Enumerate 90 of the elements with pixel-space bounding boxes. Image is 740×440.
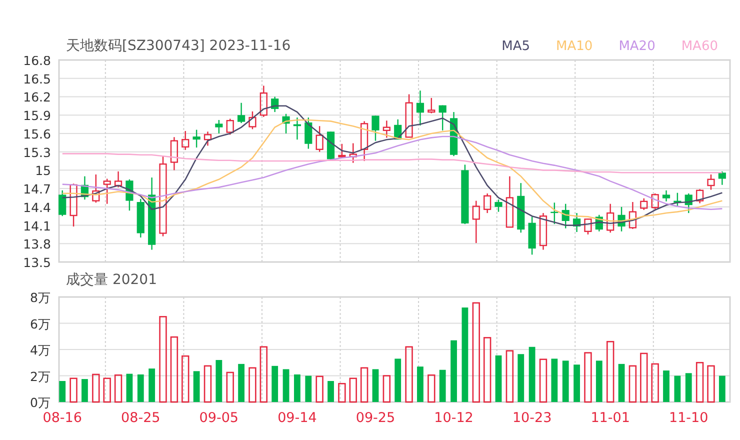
- candlestick: [338, 144, 346, 158]
- candlestick: [405, 94, 413, 138]
- y-axis-label: 16.8: [23, 56, 51, 68]
- candlestick: [349, 143, 357, 163]
- y-axis-label: 13.5: [23, 255, 51, 268]
- candlestick: [126, 179, 134, 211]
- candlestick: [651, 193, 659, 210]
- x-axis-label: 08-16: [42, 410, 82, 426]
- y-axis-label: 14.7: [23, 182, 51, 197]
- candlestick: [640, 198, 648, 210]
- candlestick: [58, 190, 66, 216]
- legend-item: MA60: [681, 38, 718, 54]
- candlestick: [226, 118, 234, 135]
- candlestick: [595, 214, 603, 232]
- candlestick: [494, 200, 502, 212]
- candlestick: [70, 184, 78, 226]
- y-axis-label: 15.3: [23, 144, 51, 160]
- candlestick: [416, 90, 424, 126]
- candlestick: [260, 86, 268, 117]
- candlestick: [539, 213, 548, 250]
- chart-title: 成交量 20201: [66, 271, 157, 289]
- candlestick: [92, 174, 100, 203]
- candlestick: [215, 120, 223, 134]
- candlestick: [360, 121, 368, 161]
- candlestick: [696, 189, 704, 204]
- y-axis-label: 13.8: [23, 236, 51, 252]
- candlestick: [114, 171, 122, 188]
- candlestick: [428, 98, 436, 114]
- x-axis-label: 11-10: [669, 410, 708, 426]
- x-axis-label: 10-12: [434, 410, 474, 426]
- candlestick: [238, 102, 246, 124]
- x-axis-label: 09-14: [278, 410, 317, 426]
- candlestick: [316, 126, 324, 152]
- candlestick: [170, 137, 178, 170]
- candlestick: [271, 96, 279, 112]
- x-axis-label: 09-25: [356, 410, 396, 426]
- y-axis-label: 4万: [30, 342, 51, 358]
- candlestick: [517, 183, 525, 233]
- candlestick: [573, 213, 581, 232]
- candlestick: [192, 130, 200, 148]
- candlestick: [326, 132, 335, 160]
- legend-item: MA5: [502, 38, 530, 54]
- candlestick: [282, 114, 290, 134]
- x-axis-label: 08-25: [121, 410, 160, 426]
- candlestick: [80, 176, 89, 200]
- candlestick: [293, 118, 301, 140]
- candlestick: [204, 132, 212, 146]
- candlestick: [450, 112, 458, 156]
- y-axis-label: 6万: [30, 316, 51, 332]
- candlestick: [718, 171, 726, 185]
- x-axis-label: 11-01: [590, 410, 630, 426]
- y-axis-label: 2万: [30, 368, 51, 384]
- y-axis-label: 8万: [30, 292, 51, 305]
- x-axis-label: 09-05: [199, 410, 239, 426]
- legend-item: MA10: [556, 38, 593, 54]
- candlestick: [103, 178, 111, 204]
- candlestick: [618, 206, 626, 232]
- candlestick: [628, 202, 636, 229]
- candlestick: [506, 176, 514, 228]
- candlestick: [662, 190, 670, 202]
- candlestick: [394, 119, 402, 140]
- candlestick: [372, 116, 380, 141]
- y-axis-label: 14.1: [23, 218, 51, 234]
- y-axis-label: 14.4: [23, 200, 51, 215]
- candlestick: [248, 111, 256, 130]
- candlestick: [304, 118, 312, 149]
- y-axis-label: 15.9: [23, 108, 51, 124]
- y-axis-label: 0万: [30, 395, 51, 410]
- legend-item: MA20: [618, 38, 656, 54]
- candlestick: [461, 164, 469, 224]
- candlestick: [606, 204, 614, 233]
- candlestick: [684, 193, 692, 214]
- candlestick: [584, 218, 592, 234]
- candlestick: [550, 202, 558, 224]
- candlestick: [182, 131, 190, 150]
- candlestick: [136, 198, 144, 238]
- candlestick: [707, 174, 715, 190]
- candlestick: [484, 193, 492, 214]
- candlestick: [382, 120, 390, 138]
- candlestick: [472, 200, 480, 244]
- y-axis-label: 15: [35, 163, 51, 178]
- candlestick: [562, 204, 570, 228]
- y-axis-label: 15.6: [23, 126, 51, 142]
- candlestick: [674, 192, 682, 206]
- x-axis-label: 10-23: [512, 410, 552, 426]
- y-axis-label: 16.2: [23, 90, 51, 105]
- chart-title: 天地数码[SZ300743] 2023-11-16: [66, 37, 291, 55]
- candlestick: [438, 105, 446, 130]
- candlestick: [528, 216, 536, 255]
- y-axis-label: 16.5: [23, 71, 51, 86]
